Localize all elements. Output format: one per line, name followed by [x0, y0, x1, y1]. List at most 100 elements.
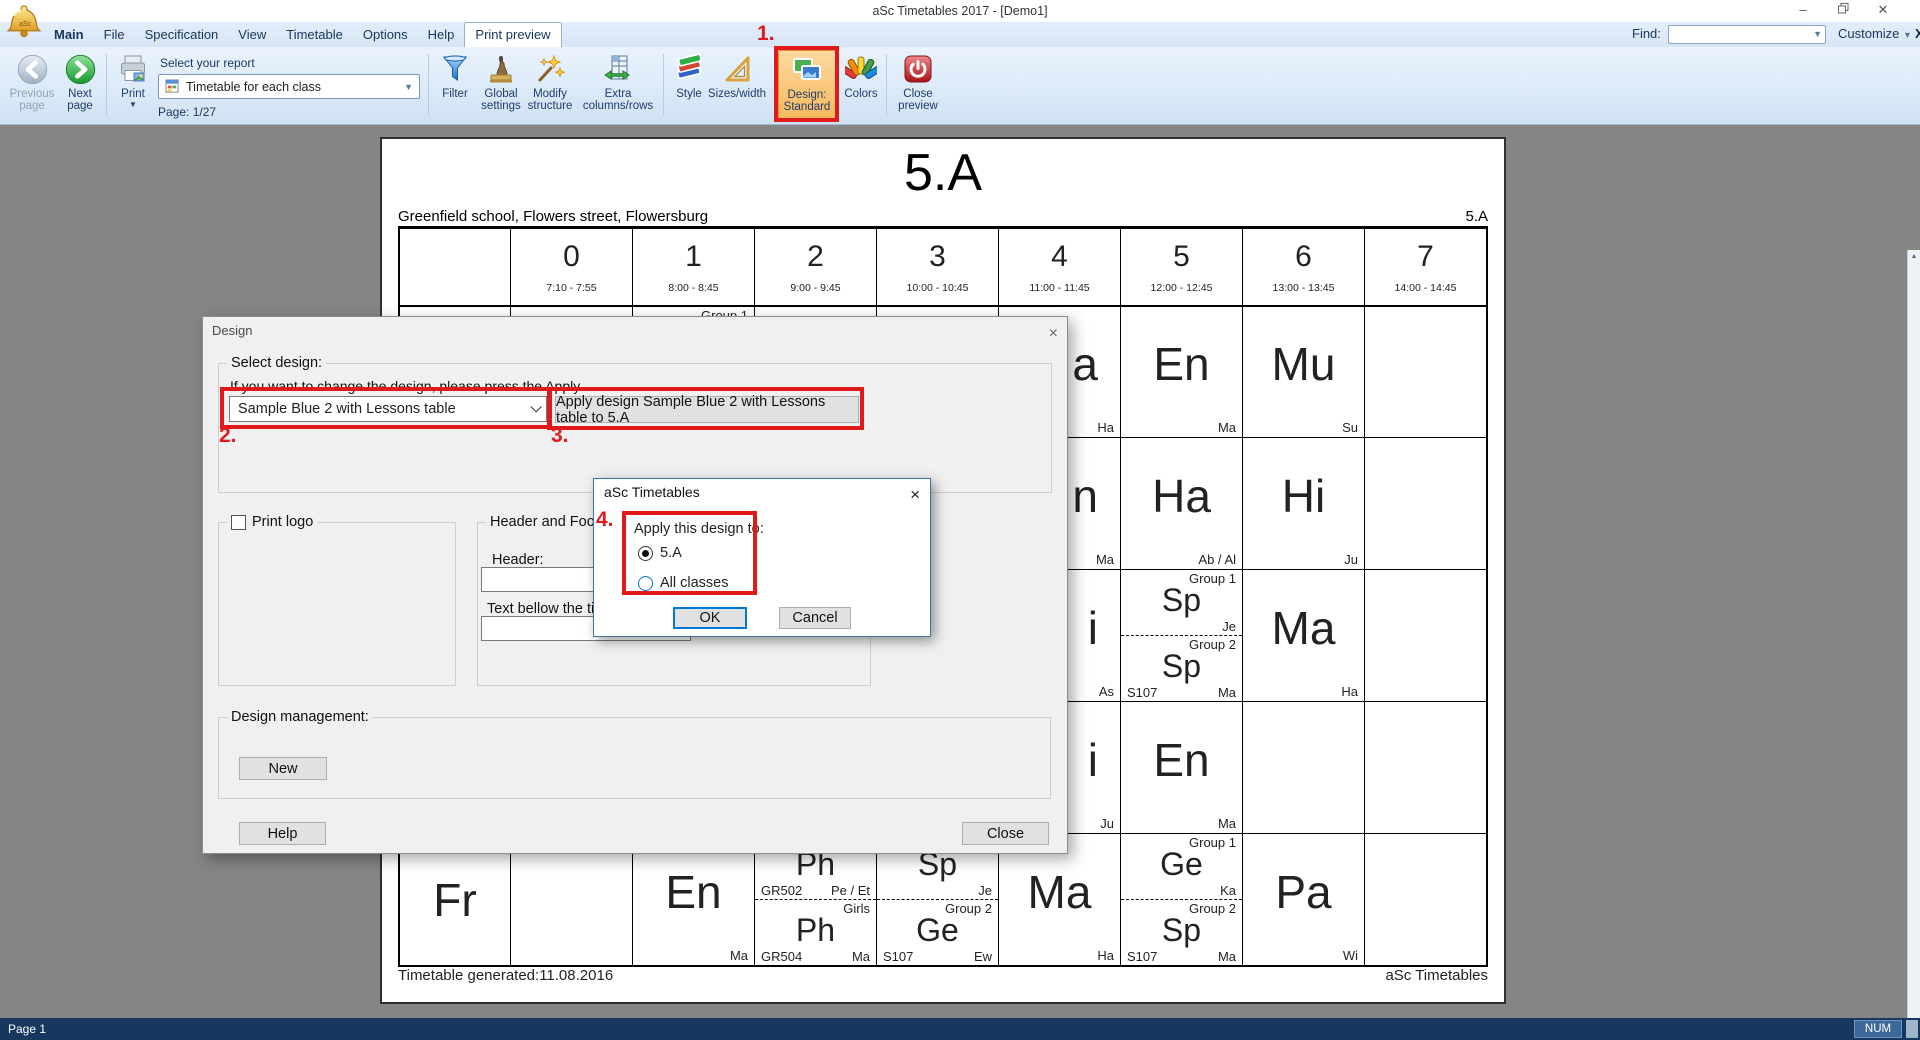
lesson-half: Group 2SpS107Ma — [1121, 900, 1242, 965]
teacher: Ha — [1097, 420, 1114, 435]
close-preview-button[interactable]: Close preview — [892, 50, 944, 122]
magic-wand-icon — [534, 50, 566, 88]
group-label: Group 2 — [945, 901, 992, 916]
period-header-cell: 29:00 - 9:45 — [754, 229, 876, 305]
apply-dialog-close-icon[interactable]: × — [910, 481, 920, 508]
annotation-step-1: 1. — [757, 22, 775, 46]
tab-main[interactable]: Main — [44, 22, 94, 47]
teacher: Ma — [1218, 949, 1236, 964]
find-input[interactable]: ▼ — [1668, 25, 1826, 44]
print-logo-option[interactable]: Print logo — [231, 514, 313, 530]
radio-unselected-icon[interactable] — [638, 576, 653, 591]
lesson-cell: Group 1SpJeGroup 2SpS107Ma — [1120, 569, 1242, 701]
teacher: Ha — [1097, 948, 1114, 963]
tab-file[interactable]: File — [94, 22, 135, 47]
minimize-button[interactable]: – — [1786, 0, 1820, 22]
class-label-right: 5.A — [1465, 208, 1488, 225]
customize-button[interactable]: Customize ▼X — [1838, 26, 1920, 41]
new-design-button[interactable]: New — [239, 757, 327, 780]
tab-print-preview[interactable]: Print preview — [464, 22, 561, 47]
next-page-button[interactable]: Next page — [58, 50, 102, 122]
close-ribbon-icon[interactable]: X — [1915, 26, 1920, 41]
design-standard-button[interactable]: Design: Standard — [778, 50, 836, 122]
period-number: 7 — [1417, 240, 1434, 274]
design-combobox-value: Sample Blue 2 with Lessons table — [238, 401, 456, 417]
sizes-width-button[interactable]: Sizes/width — [704, 50, 770, 122]
period-header-cell: 07:10 - 7:55 — [510, 229, 632, 305]
app-logo-bell-icon[interactable]: aSc — [5, 1, 43, 50]
lesson-cell: EnMa — [1120, 701, 1242, 833]
lesson-cell — [1364, 305, 1486, 437]
close-dialog-button[interactable]: Close — [962, 822, 1049, 845]
tab-help[interactable]: Help — [418, 22, 465, 47]
generated-date: Timetable generated:11.08.2016 — [398, 967, 613, 984]
period-time: 9:00 - 9:45 — [790, 282, 840, 294]
print-logo-checkbox[interactable] — [231, 515, 246, 530]
colors-button[interactable]: Colors — [840, 50, 882, 122]
group-label: Group 2 — [1189, 637, 1236, 652]
tab-options[interactable]: Options — [353, 22, 418, 47]
tab-timetable[interactable]: Timetable — [276, 22, 353, 47]
apply-prompt: Apply this design to: — [634, 521, 764, 537]
close-preview-label: Close preview — [892, 88, 944, 112]
lesson-cell: MaHa — [1242, 569, 1364, 701]
period-time: 13:00 - 13:45 — [1273, 282, 1335, 294]
print-button[interactable]: Print ▼ — [112, 50, 154, 122]
new-design-label: New — [268, 761, 297, 777]
global-settings-button[interactable]: Global settings — [478, 50, 524, 122]
annotation-step-2: 2. — [219, 424, 237, 448]
svg-text:aSc: aSc — [19, 21, 32, 28]
help-label: Help — [268, 826, 298, 842]
subject: Sp — [1162, 650, 1201, 682]
radio-selected-icon[interactable] — [638, 546, 653, 561]
ok-button[interactable]: OK — [673, 607, 747, 629]
radio-option-class[interactable]: 5.A — [638, 545, 682, 561]
filter-button[interactable]: Filter — [433, 50, 477, 122]
apply-dialog-title: aSc Timetables — [604, 484, 700, 500]
class-title: 5.A — [382, 143, 1504, 203]
help-button[interactable]: Help — [239, 822, 326, 845]
lesson-cell — [1364, 833, 1486, 965]
statusbar-corner[interactable] — [1906, 1020, 1918, 1038]
restore-button[interactable] — [1826, 0, 1860, 22]
period-time: 8:00 - 8:45 — [668, 282, 718, 294]
design-management-label: Design management: — [227, 709, 373, 725]
modify-structure-button[interactable]: Modify structure — [524, 50, 576, 122]
report-combobox[interactable]: Timetable for each class ▼ — [158, 74, 420, 99]
scroll-up-icon[interactable]: ▲ — [1908, 250, 1920, 264]
design-combobox[interactable]: Sample Blue 2 with Lessons table — [229, 396, 547, 422]
period-number: 1 — [685, 240, 702, 274]
report-value: Timetable for each class — [186, 80, 321, 94]
chevron-down-icon[interactable]: ▼ — [1813, 29, 1822, 39]
apply-design-button[interactable]: Apply design Sample Blue 2 with Lessons … — [555, 396, 859, 423]
close-window-button[interactable]: ✕ — [1866, 0, 1900, 22]
print-dropdown-caret-icon[interactable]: ▼ — [129, 100, 137, 109]
filter-label: Filter — [442, 88, 468, 100]
design-instruction: If you want to change the design, please… — [230, 378, 580, 394]
teacher: Su — [1342, 420, 1358, 435]
cancel-label: Cancel — [792, 610, 837, 626]
lesson-cell: PaWi — [1242, 833, 1364, 965]
lesson-half: Group 2SpS107Ma — [1121, 636, 1242, 701]
design-dialog-close-icon[interactable]: × — [1049, 320, 1058, 347]
teacher: Ma — [730, 948, 748, 963]
previous-page-button[interactable]: Previous page — [6, 50, 58, 122]
tab-specification[interactable]: Specification — [135, 22, 229, 47]
tab-view[interactable]: View — [228, 22, 276, 47]
teacher: Ju — [1100, 816, 1114, 831]
vertical-scrollbar[interactable]: ▲ ▼ — [1907, 250, 1920, 1040]
global-settings-label: Global settings — [478, 88, 524, 112]
window-title: aSc Timetables 2017 - [Demo1] — [872, 4, 1047, 18]
lesson-cell — [1242, 701, 1364, 833]
design-dialog-titlebar[interactable]: Design × — [203, 317, 1067, 344]
radio-option-all-classes[interactable]: All classes — [638, 575, 729, 591]
subject: Mu — [1272, 341, 1336, 387]
cancel-button[interactable]: Cancel — [779, 607, 851, 629]
teacher: Ma — [1218, 420, 1236, 435]
select-design-label: Select design: — [227, 355, 326, 371]
subject: Ma — [1028, 869, 1092, 915]
close-dialog-label: Close — [987, 826, 1024, 842]
extra-columns-button[interactable]: Extra columns/rows — [578, 50, 658, 122]
apply-dialog-titlebar[interactable]: aSc Timetables × — [594, 479, 930, 506]
find-area: Find: ▼ Customize ▼X — [1632, 22, 1912, 47]
